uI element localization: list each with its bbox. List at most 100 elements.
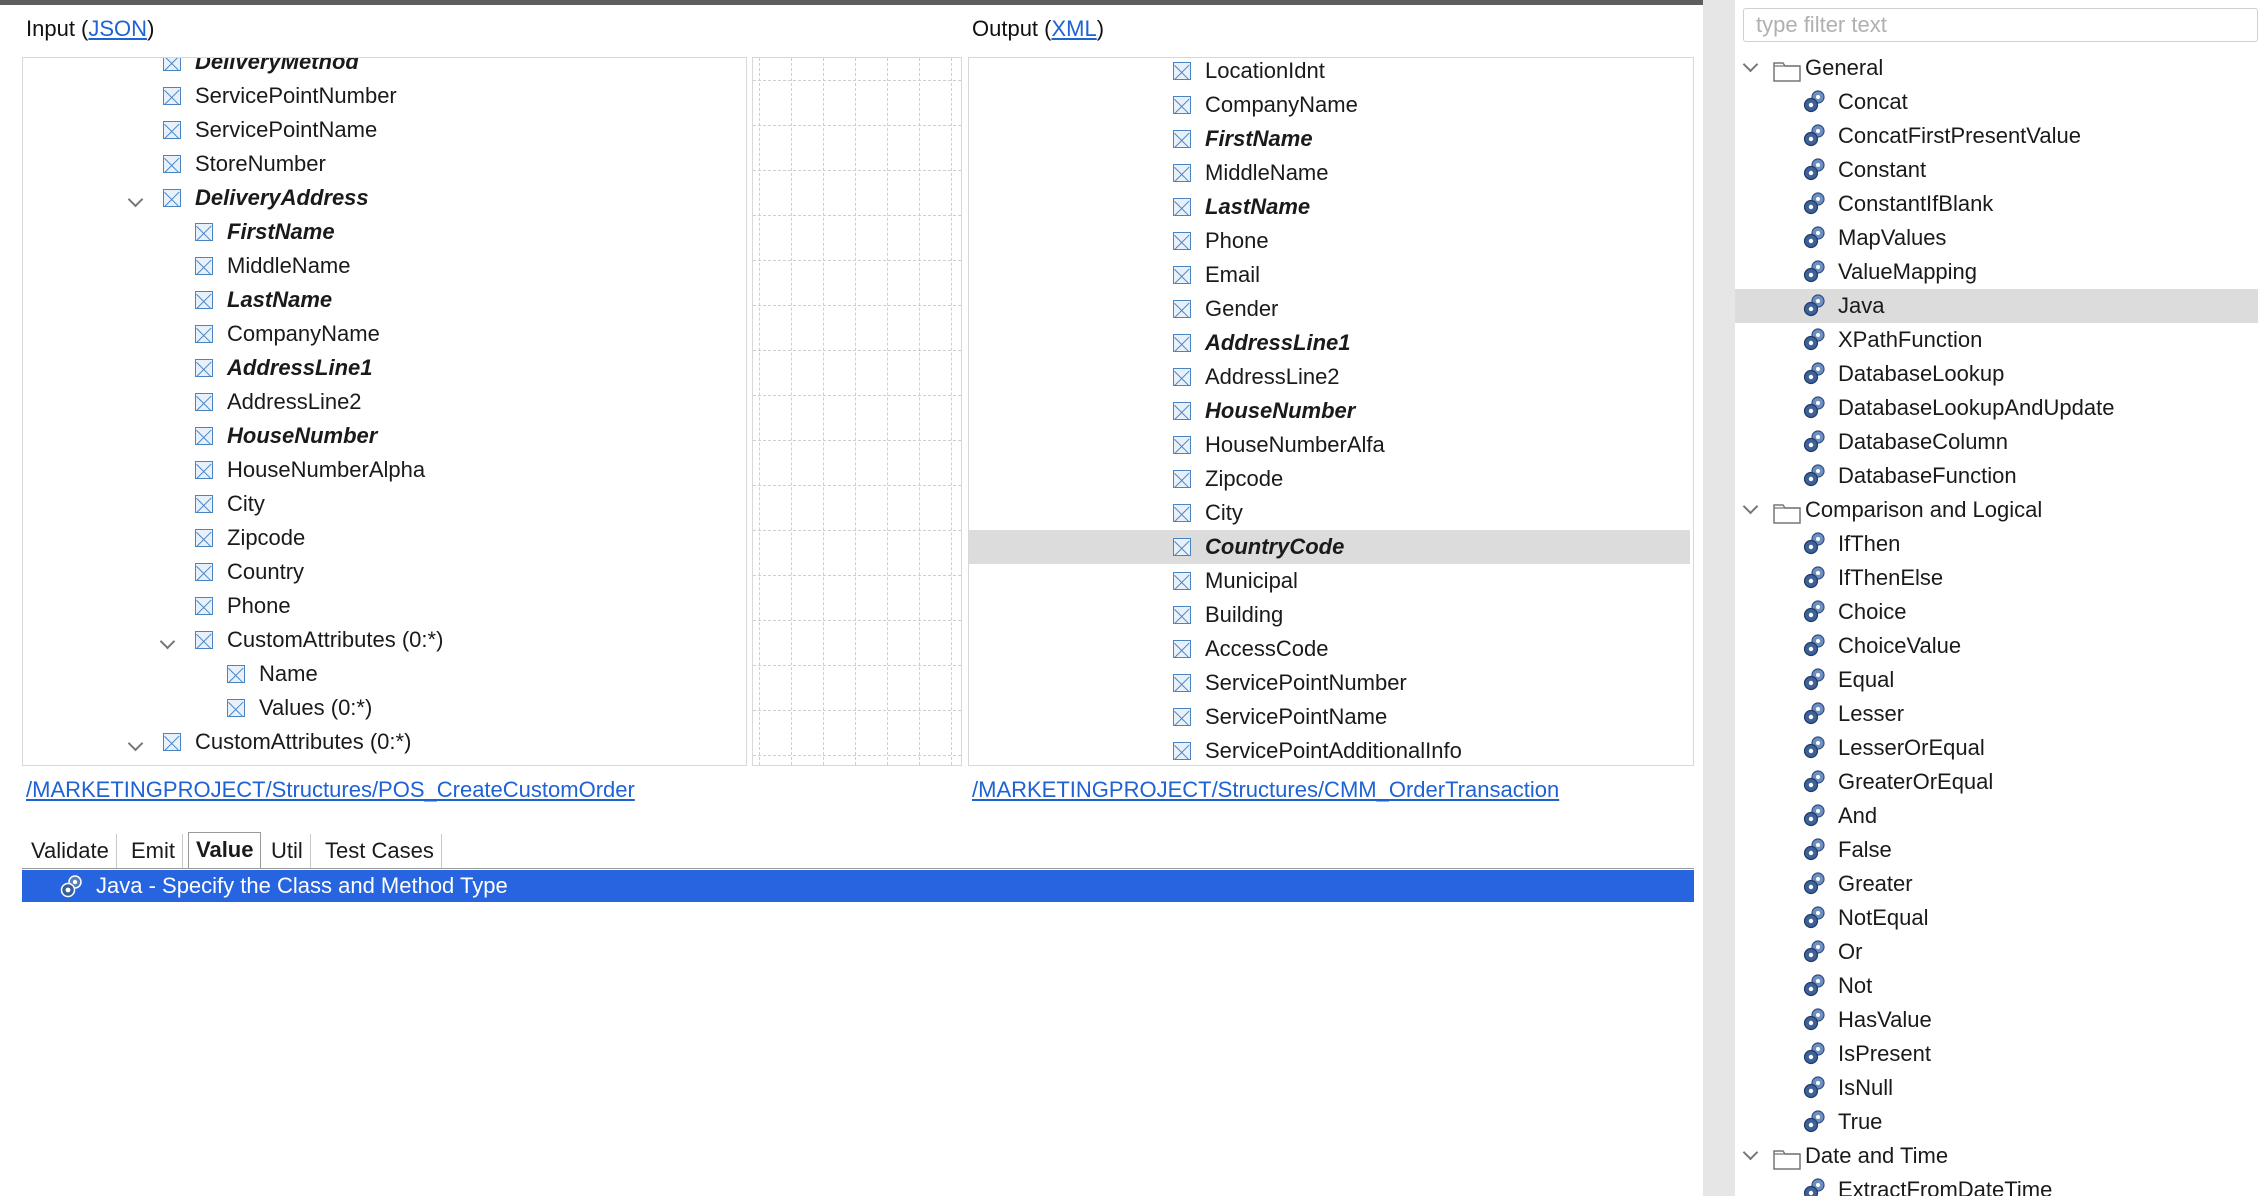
output-tree-node[interactable]: CompanyName — [969, 88, 1690, 122]
input-tree-node[interactable]: CustomAttributes (0:*) — [23, 725, 746, 759]
palette-item-not[interactable]: Not — [1735, 969, 2258, 1003]
output-tree-node[interactable]: ServicePointAdditionalInfo — [969, 734, 1690, 765]
output-tree-node[interactable]: LastName — [969, 190, 1690, 224]
output-tree-node[interactable]: Building — [969, 598, 1690, 632]
tab-validate[interactable]: Validate — [24, 834, 117, 868]
input-tree-node[interactable]: ServicePointName — [23, 113, 746, 147]
palette-item-ifthen[interactable]: IfThen — [1735, 527, 2258, 561]
output-tree-node[interactable]: MiddleName — [969, 156, 1690, 190]
output-tree-node[interactable]: City — [969, 496, 1690, 530]
output-tree[interactable]: LocationIdnt CompanyName FirstName MiddleNa… — [968, 57, 1694, 766]
input-structure-path-link[interactable]: /MARKETINGPROJECT/Structures/POS_CreateC… — [26, 777, 635, 803]
palette-item-extractfromdatetime[interactable]: ExtractFromDateTime — [1735, 1173, 2258, 1196]
palette-item-ifthenelse[interactable]: IfThenElse — [1735, 561, 2258, 595]
output-tree-node[interactable]: Phone — [969, 224, 1690, 258]
input-tree-node[interactable]: City — [23, 487, 746, 521]
palette-item-concatfirstpresentvalue[interactable]: ConcatFirstPresentValue — [1735, 119, 2258, 153]
output-tree-node[interactable]: CountryCode — [969, 530, 1690, 564]
input-tree-node[interactable]: CompanyName — [23, 317, 746, 351]
output-tree-node[interactable]: AddressLine1 — [969, 326, 1690, 360]
palette-item-notequal[interactable]: NotEqual — [1735, 901, 2258, 935]
palette-group-comparison-and-logical[interactable]: Comparison and Logical — [1735, 493, 2258, 527]
panel-splitter[interactable] — [1703, 0, 1735, 1196]
palette-item-valuemapping[interactable]: ValueMapping — [1735, 255, 2258, 289]
output-tree-node[interactable]: HouseNumber — [969, 394, 1690, 428]
expand-chevron-icon[interactable] — [127, 191, 144, 208]
palette-item-greaterorequal[interactable]: GreaterOrEqual — [1735, 765, 2258, 799]
palette-item-mapvalues[interactable]: MapValues — [1735, 221, 2258, 255]
input-tree-node[interactable]: Name — [23, 657, 746, 691]
tab-test-cases[interactable]: Test Cases — [318, 834, 442, 868]
input-tree-node[interactable]: Phone — [23, 589, 746, 623]
input-tree-node[interactable]: AddressLine2 — [23, 385, 746, 419]
palette-item-or[interactable]: Or — [1735, 935, 2258, 969]
palette-item-true[interactable]: True — [1735, 1105, 2258, 1139]
output-tree-node[interactable]: Municipal — [969, 564, 1690, 598]
expand-chevron-icon[interactable] — [127, 735, 144, 752]
input-tree-node[interactable]: DeliveryMethod — [23, 58, 746, 79]
input-tree[interactable]: DeliveryMethod ServicePointNumber ServiceP… — [22, 57, 747, 766]
input-tree-node[interactable]: CustomAttributes (0:*) — [23, 623, 746, 657]
value-function-row[interactable]: Java - Specify the Class and Method Type — [22, 870, 1694, 902]
palette-item-choice[interactable]: Choice — [1735, 595, 2258, 629]
palette-item-concat[interactable]: Concat — [1735, 85, 2258, 119]
output-tree-node[interactable]: Zipcode — [969, 462, 1690, 496]
input-tree-node[interactable]: ServicePointNumber — [23, 79, 746, 113]
tab-value[interactable]: Value — [188, 832, 262, 869]
palette-item-and[interactable]: And — [1735, 799, 2258, 833]
palette-item-choicevalue[interactable]: ChoiceValue — [1735, 629, 2258, 663]
input-tree-node[interactable]: MiddleName — [23, 249, 746, 283]
tab-emit[interactable]: Emit — [124, 834, 183, 868]
input-tree-node[interactable]: FirstName — [23, 215, 746, 249]
palette-item-ispresent[interactable]: IsPresent — [1735, 1037, 2258, 1071]
collapse-chevron-icon[interactable] — [1742, 498, 1759, 515]
output-tree-node[interactable]: AddressLine2 — [969, 360, 1690, 394]
palette-item-equal[interactable]: Equal — [1735, 663, 2258, 697]
input-tree-node[interactable]: DeliveryAddress — [23, 181, 746, 215]
palette-item-greater[interactable]: Greater — [1735, 867, 2258, 901]
palette-group-general[interactable]: General — [1735, 51, 2258, 85]
input-tree-node[interactable]: HouseNumberAlpha — [23, 453, 746, 487]
palette-item-false[interactable]: False — [1735, 833, 2258, 867]
output-format-link[interactable]: XML — [1051, 16, 1096, 41]
input-tree-node[interactable]: HouseNumber — [23, 419, 746, 453]
palette-item-lesser[interactable]: Lesser — [1735, 697, 2258, 731]
tab-util[interactable]: Util — [264, 834, 311, 868]
output-tree-node[interactable]: ServicePointNumber — [969, 666, 1690, 700]
palette-group-date-and-time[interactable]: Date and Time — [1735, 1139, 2258, 1173]
expand-chevron-icon[interactable] — [159, 633, 176, 650]
palette-item-xpathfunction[interactable]: XPathFunction — [1735, 323, 2258, 357]
filter-input[interactable]: type filter text — [1743, 8, 2258, 42]
output-tree-node[interactable]: ServicePointName — [969, 700, 1690, 734]
input-format-link[interactable]: JSON — [88, 16, 147, 41]
palette-item-databaselookup[interactable]: DatabaseLookup — [1735, 357, 2258, 391]
input-tree-node[interactable]: LastName — [23, 283, 746, 317]
palette-item-isnull[interactable]: IsNull — [1735, 1071, 2258, 1105]
palette-item-constantifblank[interactable]: ConstantIfBlank — [1735, 187, 2258, 221]
input-tree-node[interactable]: Zipcode — [23, 521, 746, 555]
palette-item-java[interactable]: Java — [1735, 289, 2258, 323]
collapse-chevron-icon[interactable] — [1742, 56, 1759, 73]
input-tree-node[interactable]: StoreNumber — [23, 147, 746, 181]
output-tree-node[interactable]: Gender — [969, 292, 1690, 326]
output-tree-node[interactable]: LocationIdnt — [969, 58, 1690, 88]
output-structure-path-link[interactable]: /MARKETINGPROJECT/Structures/CMM_OrderTr… — [972, 777, 1559, 803]
palette-item-lesserorequal[interactable]: LesserOrEqual — [1735, 731, 2258, 765]
output-tree-node[interactable]: Email — [969, 258, 1690, 292]
output-tree-node[interactable]: FirstName — [969, 122, 1690, 156]
output-tree-node[interactable]: HouseNumberAlfa — [969, 428, 1690, 462]
palette-item-databasefunction[interactable]: DatabaseFunction — [1735, 459, 2258, 493]
input-tree-node[interactable]: Values (0:*) — [23, 691, 746, 725]
input-tree-node[interactable]: N — [23, 759, 746, 765]
palette-item-constant[interactable]: Constant — [1735, 153, 2258, 187]
palette-item-databasecolumn[interactable]: DatabaseColumn — [1735, 425, 2258, 459]
mapping-lines-area[interactable] — [752, 57, 962, 766]
collapse-chevron-icon[interactable] — [1742, 1144, 1759, 1161]
mapping-guide-line — [759, 58, 760, 765]
mapping-guide-line — [753, 620, 961, 621]
output-tree-node[interactable]: AccessCode — [969, 632, 1690, 666]
palette-item-databaselookupandupdate[interactable]: DatabaseLookupAndUpdate — [1735, 391, 2258, 425]
palette-item-hasvalue[interactable]: HasValue — [1735, 1003, 2258, 1037]
input-tree-node[interactable]: AddressLine1 — [23, 351, 746, 385]
input-tree-node[interactable]: Country — [23, 555, 746, 589]
